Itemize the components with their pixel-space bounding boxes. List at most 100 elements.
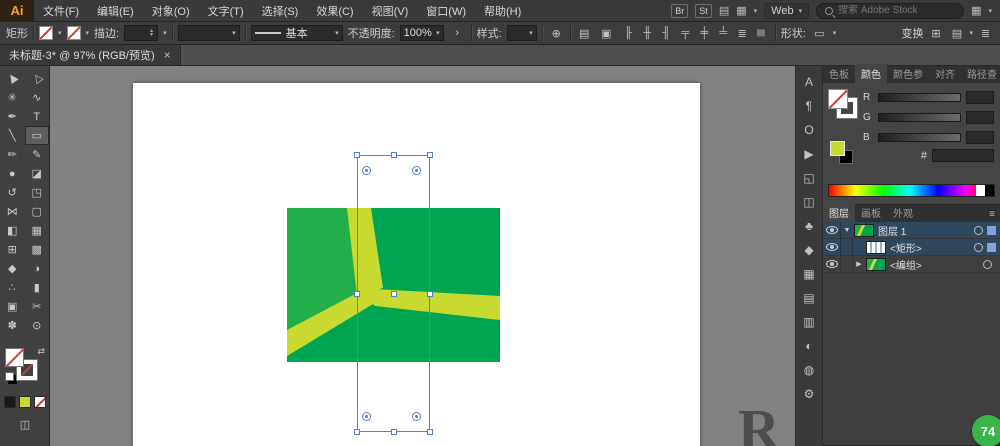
opacity-field[interactable]: 100% ▾ <box>399 25 444 41</box>
distribute-horizontal-icon[interactable]: ≣ <box>734 25 751 41</box>
gradient-tool[interactable]: ▩ <box>25 240 50 259</box>
none-mode-button[interactable] <box>34 396 46 408</box>
perspective-grid-tool[interactable]: ▦ <box>25 221 50 240</box>
hex-input[interactable] <box>932 149 994 162</box>
cc-grid-icon[interactable]: ▦ <box>971 4 981 17</box>
document-layout-icon[interactable]: ▦ <box>736 4 746 17</box>
fill-color-swatch[interactable] <box>39 26 53 40</box>
stroke-dropdown-icon[interactable]: ▾ <box>86 29 90 37</box>
paragraph-panel-icon[interactable]: ¶ <box>799 98 819 113</box>
visibility-toggle[interactable] <box>823 222 841 238</box>
channel-slider-B[interactable] <box>878 132 961 142</box>
selection-tool[interactable]: ▶ <box>0 69 25 88</box>
menu-item-edit[interactable]: 编辑(E) <box>88 0 143 21</box>
handle-bottom-center[interactable] <box>390 429 397 435</box>
symbol-sprayer-tool[interactable]: ∴ <box>0 278 25 297</box>
preferences-icon[interactable]: ▤ <box>576 25 593 41</box>
rectangle-tool[interactable]: ▭ <box>24 126 49 145</box>
handle-bottom-left[interactable] <box>354 429 360 435</box>
scale-tool[interactable]: ◳ <box>25 183 50 202</box>
stroke-weight-dropdown-icon[interactable]: ▾ <box>163 29 167 37</box>
stroke-color-swatch[interactable] <box>66 26 81 40</box>
tab-颜色[interactable]: 颜色 <box>855 64 887 83</box>
paintbrush-tool[interactable]: ✏ <box>0 145 25 164</box>
menu-item-effect[interactable]: 效果(C) <box>307 0 362 21</box>
canvas[interactable]: R <box>50 66 795 446</box>
eraser-tool[interactable]: ◪ <box>25 164 50 183</box>
tab-颜色参[interactable]: 颜色参 <box>887 64 929 83</box>
menu-item-window[interactable]: 窗口(W) <box>417 0 475 21</box>
opentype-panel-icon[interactable]: O <box>799 122 819 137</box>
gradient-panel-icon[interactable]: ▥ <box>799 314 819 329</box>
stock-button[interactable]: St <box>695 3 712 18</box>
live-corner-widget[interactable] <box>412 166 421 175</box>
live-corner-widget[interactable] <box>412 412 421 421</box>
style-field[interactable]: ▾ <box>506 25 537 41</box>
visibility-toggle[interactable] <box>823 256 841 272</box>
workspace-switcher[interactable]: Web ▾ <box>764 2 810 19</box>
target-circle-icon[interactable] <box>983 259 992 269</box>
align-vertical-bottom-icon[interactable]: ╧ <box>715 25 732 41</box>
graphic-styles-panel-icon[interactable]: ◍ <box>799 362 819 377</box>
menu-item-help[interactable]: 帮助(H) <box>475 0 530 21</box>
arrange-documents-icon[interactable]: ▤ <box>719 4 729 17</box>
links-panel-icon[interactable]: ◱ <box>799 170 819 185</box>
hand-tool[interactable]: ✽ <box>0 316 25 335</box>
lasso-tool[interactable]: ∿ <box>25 88 50 107</box>
channel-slider-G[interactable] <box>878 112 961 122</box>
eyedropper-tool[interactable]: ◆ <box>0 259 25 278</box>
handle-top-right[interactable] <box>427 152 433 158</box>
channel-value-R[interactable] <box>966 90 994 104</box>
stroke-weight-field[interactable]: ▲ ▼ <box>124 25 159 41</box>
panel-list-icon[interactable]: ▤ <box>948 25 965 41</box>
align-horizontal-left-icon[interactable]: ╟ <box>620 25 637 41</box>
opacity-more-icon[interactable]: › <box>449 25 466 41</box>
shape-icon[interactable]: ▭ <box>811 25 828 41</box>
panel-list-dropdown-icon[interactable]: ▾ <box>969 29 973 37</box>
menu-item-file[interactable]: 文件(F) <box>34 0 88 21</box>
layout-dropdown-icon[interactable]: ▾ <box>754 7 758 15</box>
white-swatch[interactable] <box>976 185 985 196</box>
slice-tool[interactable]: ✂ <box>25 297 50 316</box>
type-tool[interactable]: T <box>25 107 50 126</box>
channel-value-B[interactable] <box>966 130 994 144</box>
visibility-toggle[interactable] <box>823 239 841 255</box>
symbols-panel-icon[interactable]: ♣ <box>799 218 819 233</box>
floating-badge[interactable]: 74 <box>972 415 1000 446</box>
width-tool[interactable]: ⋈ <box>0 202 25 221</box>
brush-definition-field[interactable]: ▾ <box>177 25 240 41</box>
live-corner-widget[interactable] <box>362 412 371 421</box>
layer-row-2[interactable]: <矩形> <box>823 239 1000 256</box>
layer-row-3[interactable]: ▶ <编组> <box>823 256 1000 273</box>
transparency-panel-icon[interactable]: ▦ <box>799 266 819 281</box>
magic-wand-tool[interactable]: ✳ <box>0 88 25 107</box>
align-vertical-center-icon[interactable]: ╪ <box>696 25 713 41</box>
character-panel-icon[interactable]: A <box>799 74 819 89</box>
menu-item-select[interactable]: 选择(S) <box>253 0 308 21</box>
handle-middle-left[interactable] <box>354 290 360 297</box>
cc-chevron-icon[interactable]: ▾ <box>988 7 992 15</box>
fill-swatch[interactable] <box>5 348 24 367</box>
stock-search[interactable] <box>816 2 965 19</box>
tab-对齐[interactable]: 对齐 <box>929 64 961 83</box>
fill-dropdown-icon[interactable]: ▾ <box>58 29 62 37</box>
control-panel-menu-icon[interactable]: ≣ <box>977 25 994 41</box>
tab-外观[interactable]: 外观 <box>887 203 919 222</box>
distribute-vertical-icon[interactable]: ≣ <box>753 25 769 42</box>
align-vertical-top-icon[interactable]: ╤ <box>677 25 694 41</box>
search-input[interactable] <box>838 5 949 16</box>
grid-snap-icon[interactable]: ⊞ <box>927 25 944 41</box>
default-fill-stroke-icon[interactable] <box>5 372 14 381</box>
target-circle-icon[interactable] <box>974 225 983 235</box>
direct-selection-tool[interactable]: ▷ <box>25 69 50 88</box>
free-transform-tool[interactable]: ▢ <box>25 202 50 221</box>
rotate-tool[interactable]: ↺ <box>0 183 25 202</box>
transform-label[interactable]: 变换 <box>901 25 923 41</box>
shape-dropdown-icon[interactable]: ▾ <box>833 29 837 37</box>
color-spectrum[interactable] <box>828 184 995 197</box>
swap-fill-stroke-icon[interactable]: ⇄ <box>37 346 45 357</box>
close-tab-icon[interactable]: × <box>164 48 171 62</box>
column-graph-tool[interactable]: ▮ <box>25 278 50 297</box>
stroke-stepper-icon[interactable]: ▲ ▼ <box>149 29 154 38</box>
black-swatch[interactable] <box>985 185 994 196</box>
